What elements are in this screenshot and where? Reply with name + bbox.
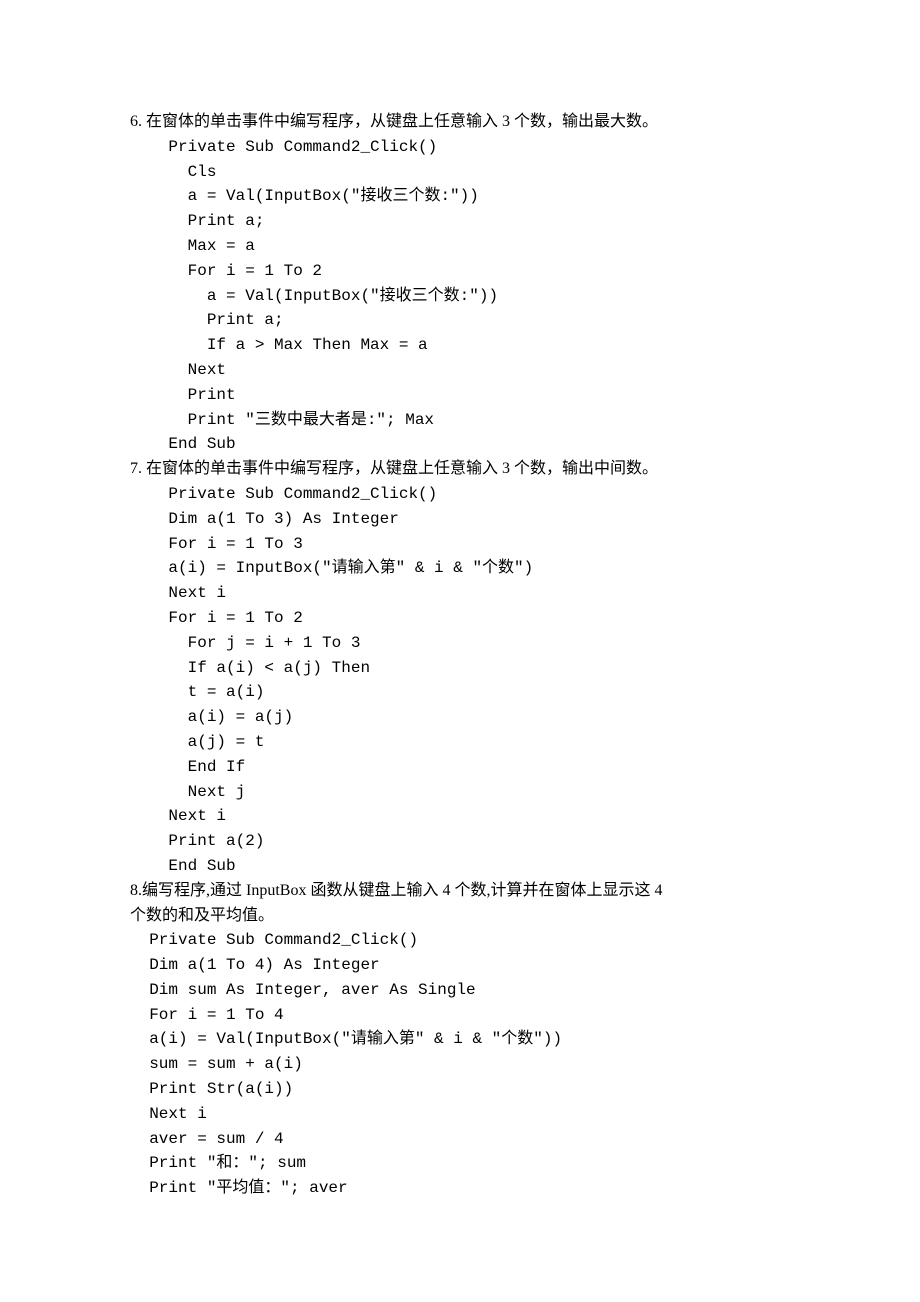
code-line: Private Sub Command2_Click(): [130, 135, 790, 160]
code-line: Private Sub Command2_Click(): [130, 928, 790, 953]
code-line: For i = 1 To 4: [130, 1003, 790, 1028]
code-line: a(j) = t: [130, 730, 790, 755]
code-line: Print a;: [130, 209, 790, 234]
document-page: 6. 在窗体的单击事件中编写程序，从键盘上任意输入 3 个数，输出最大数。 Pr…: [0, 0, 920, 1302]
code-line: If a(i) < a(j) Then: [130, 656, 790, 681]
code-line: Print: [130, 383, 790, 408]
code-line: Next i: [130, 1102, 790, 1127]
code-line: a(i) = Val(InputBox("请输入第" & i & "个数")): [130, 1027, 790, 1052]
code-line: Next i: [130, 804, 790, 829]
code-line: Print "平均值："; aver: [130, 1176, 790, 1201]
code-line: Private Sub Command2_Click(): [130, 482, 790, 507]
code-line: Dim a(1 To 4) As Integer: [130, 953, 790, 978]
code-line: End If: [130, 755, 790, 780]
text-line: 8.编写程序,通过 InputBox 函数从键盘上输入 4 个数,计算并在窗体上…: [130, 879, 790, 904]
code-line: sum = sum + a(i): [130, 1052, 790, 1077]
code-line: aver = sum / 4: [130, 1127, 790, 1152]
code-line: Dim a(1 To 3) As Integer: [130, 507, 790, 532]
code-line: Print "和："; sum: [130, 1151, 790, 1176]
text-line: 个数的和及平均值。: [130, 904, 790, 929]
code-line: End Sub: [130, 854, 790, 879]
document-content: 6. 在窗体的单击事件中编写程序，从键盘上任意输入 3 个数，输出最大数。 Pr…: [130, 110, 790, 1201]
code-line: Dim sum As Integer, aver As Single: [130, 978, 790, 1003]
code-line: For i = 1 To 2: [130, 259, 790, 284]
code-line: a(i) = InputBox("请输入第" & i & "个数"): [130, 556, 790, 581]
code-line: a(i) = a(j): [130, 705, 790, 730]
code-line: t = a(i): [130, 680, 790, 705]
code-line: Cls: [130, 160, 790, 185]
text-line: 7. 在窗体的单击事件中编写程序，从键盘上任意输入 3 个数，输出中间数。: [130, 457, 790, 482]
code-line: Max = a: [130, 234, 790, 259]
code-line: a = Val(InputBox("接收三个数:")): [130, 184, 790, 209]
code-line: a = Val(InputBox("接收三个数:")): [130, 284, 790, 309]
code-line: Print "三数中最大者是:"; Max: [130, 408, 790, 433]
code-line: End Sub: [130, 432, 790, 457]
code-line: Print a(2): [130, 829, 790, 854]
code-line: If a > Max Then Max = a: [130, 333, 790, 358]
code-line: For j = i + 1 To 3: [130, 631, 790, 656]
text-line: 6. 在窗体的单击事件中编写程序，从键盘上任意输入 3 个数，输出最大数。: [130, 110, 790, 135]
code-line: For i = 1 To 2: [130, 606, 790, 631]
code-line: Print a;: [130, 308, 790, 333]
code-line: Next: [130, 358, 790, 383]
code-line: Next i: [130, 581, 790, 606]
code-line: Print Str(a(i)): [130, 1077, 790, 1102]
code-line: For i = 1 To 3: [130, 532, 790, 557]
code-line: Next j: [130, 780, 790, 805]
